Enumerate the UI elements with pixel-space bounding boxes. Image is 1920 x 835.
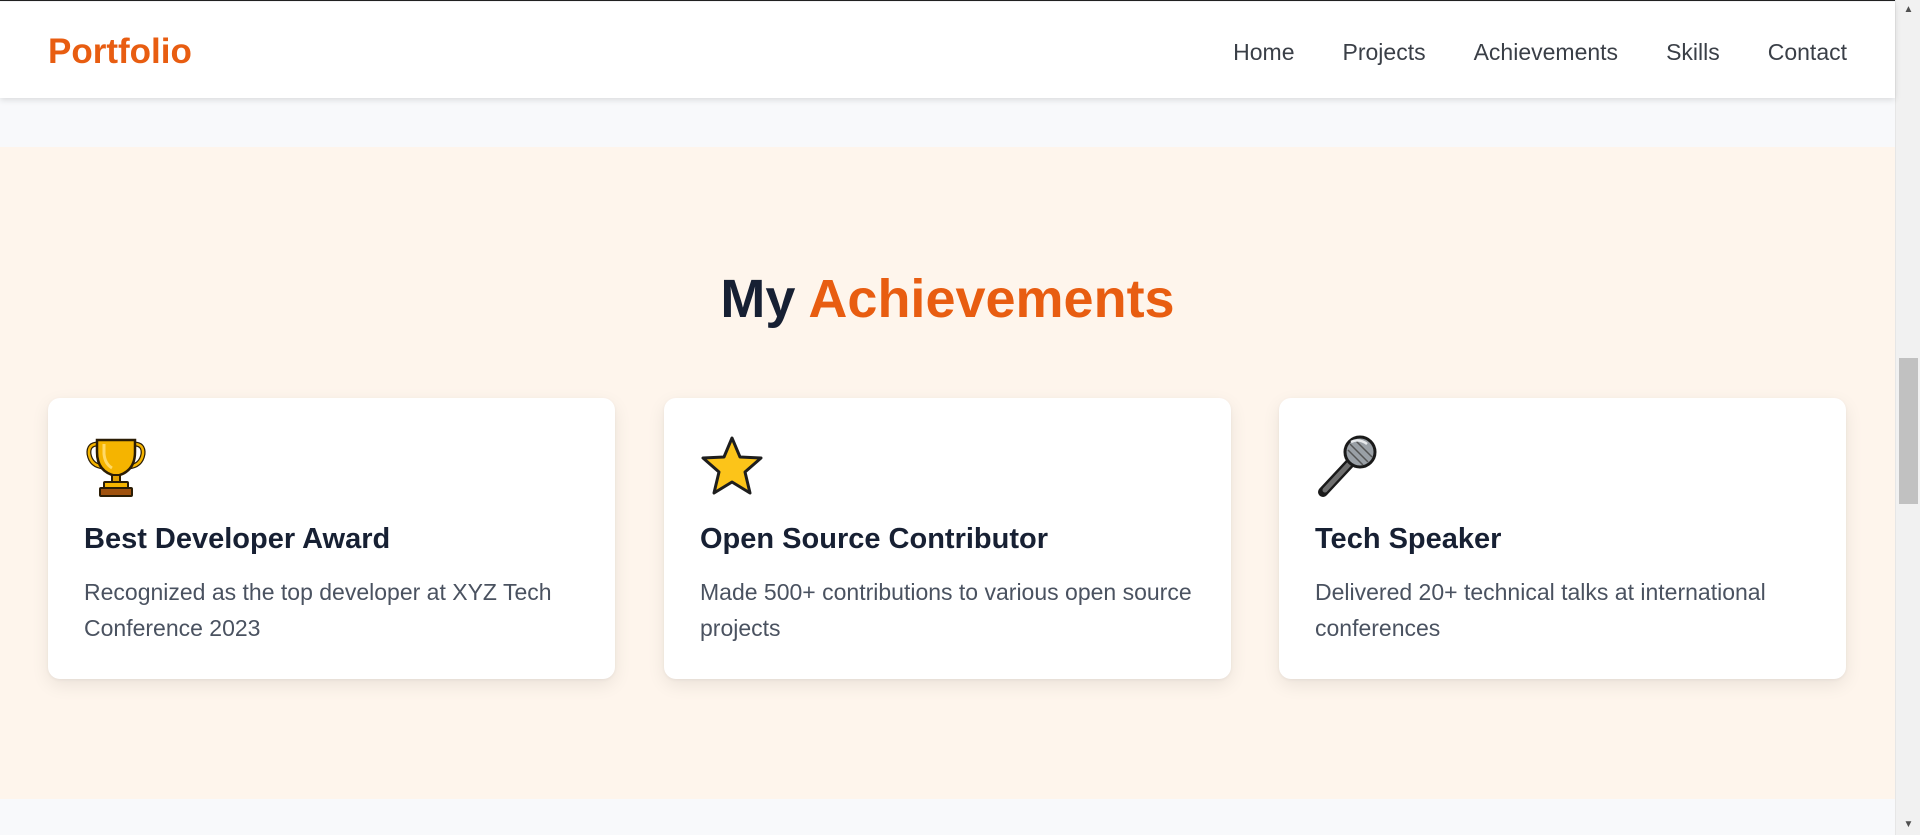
card-description: Made 500+ contributions to various open … [700,579,1192,641]
section-title-prefix: My [720,269,796,329]
achievement-card: Best Developer Award Recognized as the t… [48,398,615,679]
achievement-card: Open Source Contributor Made 500+ contri… [664,398,1231,679]
nav-link-achievements[interactable]: Achievements [1474,38,1618,66]
nav-links: Home Projects Achievements Skills Contac… [1233,38,1847,66]
microphone-icon [1315,434,1379,498]
achievements-section: My Achievements Best Developer Award Rec… [0,147,1895,799]
achievement-card: Tech Speaker Delivered 20+ technical tal… [1279,398,1846,679]
scroll-up-arrow-icon[interactable]: ▲ [1896,0,1920,20]
navbar: Portfolio Home Projects Achievements Ski… [0,2,1895,98]
nav-link-contact[interactable]: Contact [1768,38,1847,66]
card-title: Tech Speaker [1315,523,1502,555]
scrollbar-thumb[interactable] [1899,358,1918,504]
section-title: My Achievements [0,267,1895,331]
card-title: Open Source Contributor [700,523,1048,555]
nav-link-home[interactable]: Home [1233,38,1294,66]
scroll-down-arrow-icon[interactable]: ▼ [1896,815,1920,835]
brand-logo[interactable]: Portfolio [48,32,192,72]
trophy-icon [84,434,148,498]
nav-link-projects[interactable]: Projects [1343,38,1426,66]
nav-link-skills[interactable]: Skills [1666,38,1720,66]
section-title-accent: Achievements [808,269,1175,329]
card-description: Recognized as the top developer at XYZ T… [84,579,552,641]
vertical-scrollbar[interactable]: ▲ ▼ [1895,0,1920,835]
card-title: Best Developer Award [84,523,391,555]
card-description: Delivered 20+ technical talks at interna… [1315,579,1766,641]
page-viewport: Portfolio Home Projects Achievements Ski… [0,0,1895,835]
star-icon [700,434,764,498]
